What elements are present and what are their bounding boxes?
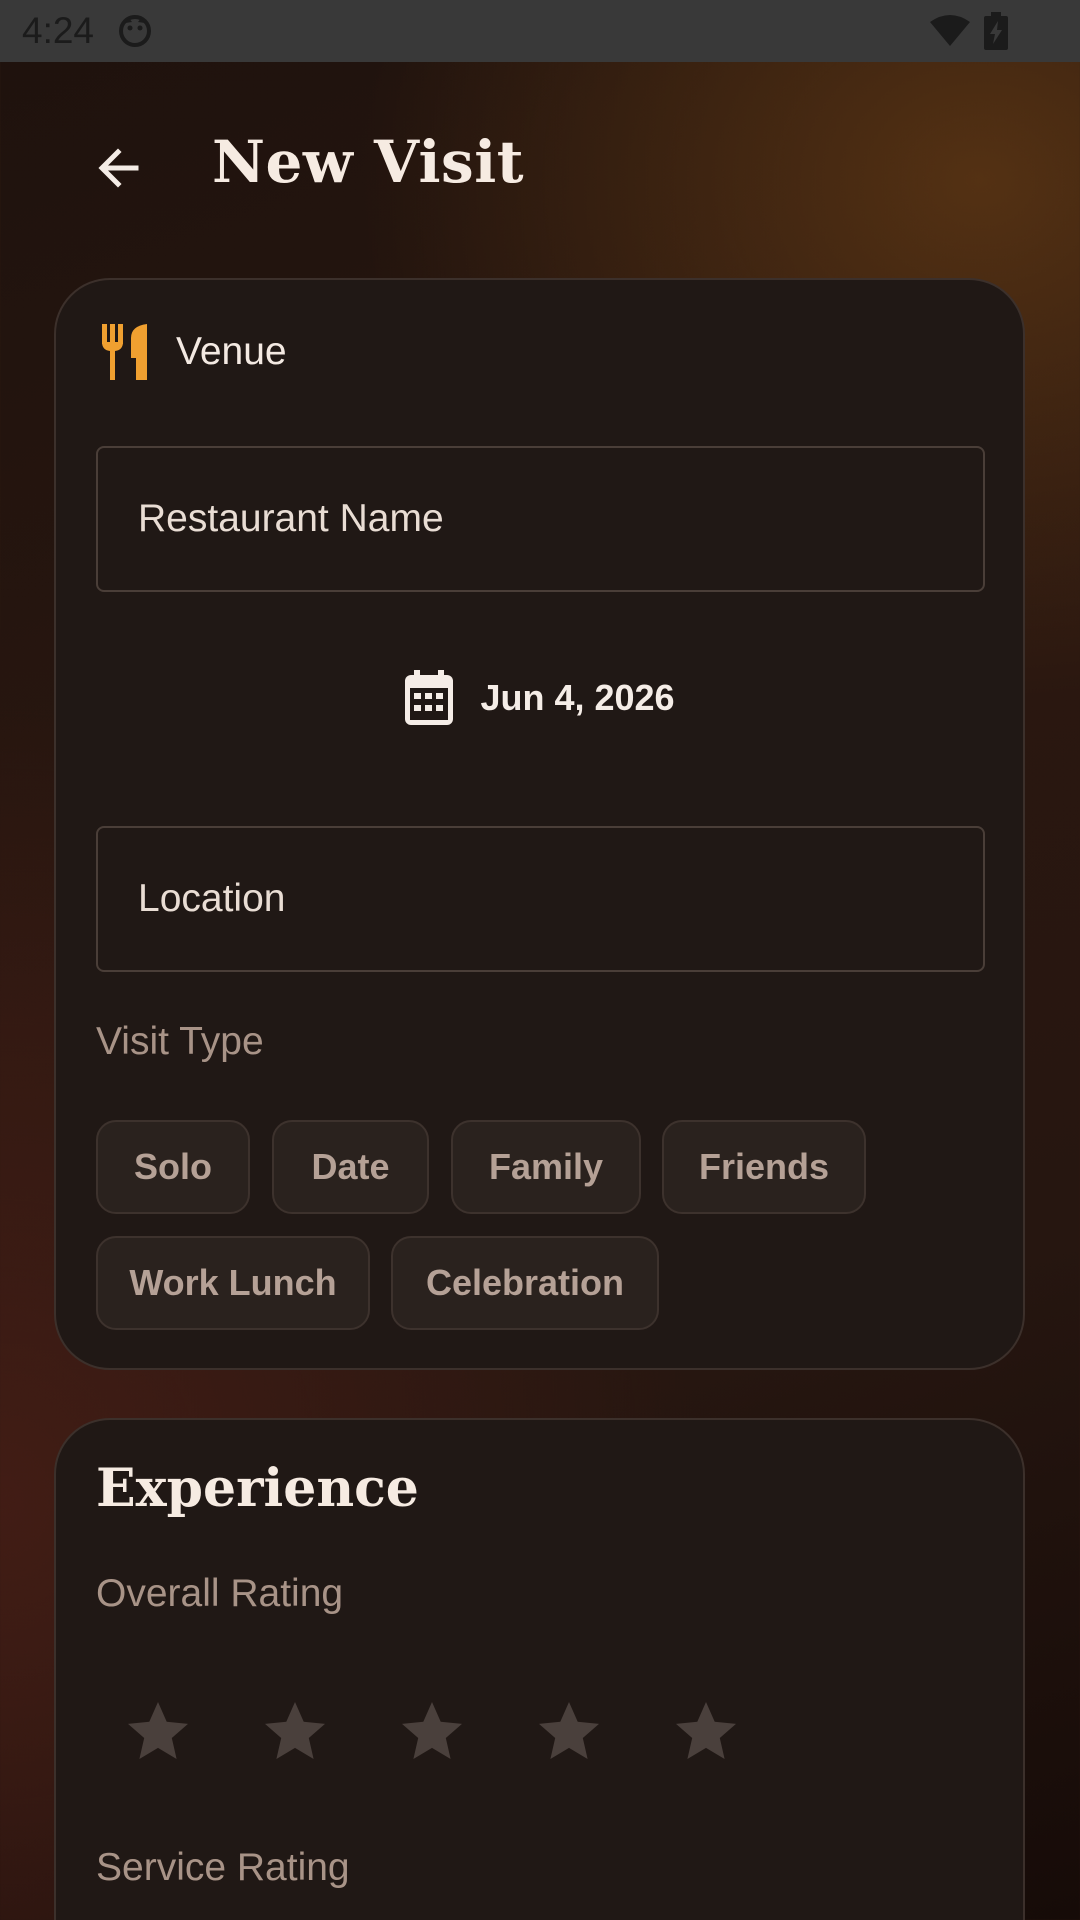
wifi-icon xyxy=(928,14,972,53)
restaurant-name-input[interactable]: Restaurant Name xyxy=(96,446,985,592)
arrow-back-icon xyxy=(98,148,139,188)
restaurant-icon xyxy=(102,324,147,380)
back-button[interactable] xyxy=(88,138,148,198)
chip-friends[interactable]: Friends xyxy=(662,1120,866,1214)
chip-family[interactable]: Family xyxy=(451,1120,641,1214)
location-placeholder: Location xyxy=(138,877,286,920)
venue-section-header: Venue xyxy=(100,324,287,380)
restaurant-name-placeholder: Restaurant Name xyxy=(138,497,444,540)
experience-card: Experience Overall Rating Service Rating xyxy=(54,1418,1025,1920)
chip-celebration[interactable]: Celebration xyxy=(391,1236,659,1330)
star-icon-5[interactable] xyxy=(670,1696,742,1768)
battery-charging-icon xyxy=(984,12,1008,55)
overall-rating-label: Overall Rating xyxy=(96,1572,344,1615)
notification-face-icon xyxy=(118,14,152,53)
overall-rating-stars xyxy=(122,1696,807,1768)
page-title: New Visit xyxy=(212,128,525,196)
venue-section-label: Venue xyxy=(176,330,287,373)
star-icon-2[interactable] xyxy=(259,1696,331,1768)
service-rating-label: Service Rating xyxy=(96,1846,350,1889)
visit-date: Jun 4, 2026 xyxy=(480,677,675,718)
star-icon-3[interactable] xyxy=(396,1696,468,1768)
status-bar: 4:24 xyxy=(0,0,1080,62)
star-icon-1[interactable] xyxy=(122,1696,194,1768)
venue-card: Venue Restaurant Name Jun 4, 2026 Locati… xyxy=(54,278,1025,1370)
visit-type-label: Visit Type xyxy=(96,1020,264,1063)
chip-work-lunch[interactable]: Work Lunch xyxy=(96,1236,370,1330)
chip-solo[interactable]: Solo xyxy=(96,1120,250,1214)
status-time: 4:24 xyxy=(22,10,95,51)
experience-title: Experience xyxy=(96,1458,419,1519)
location-input[interactable]: Location xyxy=(96,826,985,972)
star-icon-4[interactable] xyxy=(533,1696,605,1768)
chip-date[interactable]: Date xyxy=(272,1120,429,1214)
date-picker-button[interactable]: Jun 4, 2026 xyxy=(56,670,1023,726)
calendar-icon xyxy=(405,670,454,725)
